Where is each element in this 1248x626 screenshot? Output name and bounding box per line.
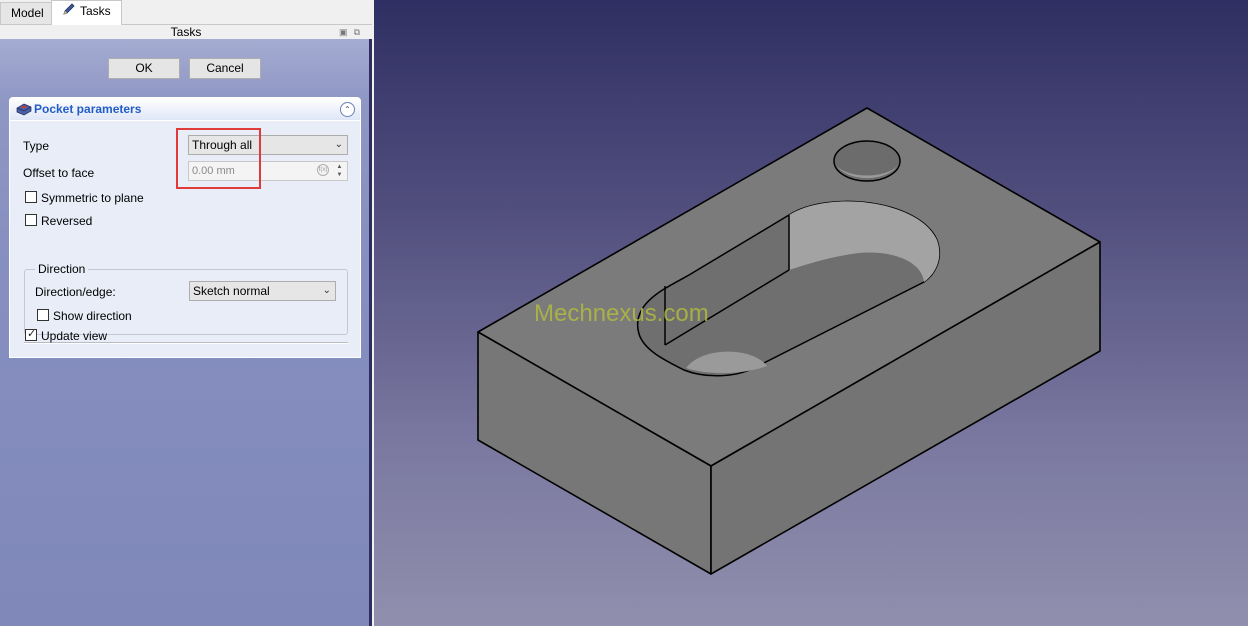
direction-dropdown[interactable]: Sketch normal ⌄ <box>189 281 336 301</box>
collapse-icon[interactable]: ⌃ <box>340 102 355 117</box>
3d-viewport[interactable]: Mechnexus.com <box>374 0 1248 626</box>
float-icon[interactable]: ▣ <box>339 27 354 37</box>
tab-tasks[interactable]: Tasks <box>51 0 122 25</box>
tab-bar: Model Tasks <box>0 0 372 25</box>
pocket-icon <box>16 102 32 119</box>
tab-model-label: Model <box>11 6 44 20</box>
show-direction-checkbox[interactable] <box>37 309 49 321</box>
pocket-parameters-title: Pocket parameters <box>34 102 142 116</box>
pocket-parameters-header[interactable]: Pocket parameters ⌃ <box>9 97 361 121</box>
tasks-dock-header: Tasks ▣⧉ <box>0 25 372 39</box>
pencil-icon <box>62 2 76 22</box>
restore-icon[interactable]: ⧉ <box>354 27 366 37</box>
reversed-checkbox[interactable] <box>25 214 37 226</box>
offset-label: Offset to face <box>23 166 95 180</box>
direction-group: Direction Direction/edge: Sketch normal … <box>24 262 348 335</box>
expression-icon[interactable]: f(x) <box>317 164 329 176</box>
update-view-label: Update view <box>41 329 108 343</box>
ok-button[interactable]: OK <box>108 58 180 79</box>
chevron-down-icon: ⌄ <box>322 285 331 296</box>
direction-group-title: Direction <box>35 262 89 276</box>
combo-view-panel: Model Tasks Tasks ▣⧉ OK Cancel Pocket pa… <box>0 0 372 626</box>
direction-value: Sketch normal <box>193 284 270 298</box>
spin-arrows-icon[interactable]: ▲ ▼ <box>333 163 346 179</box>
watermark-text: Mechnexus.com <box>534 300 709 327</box>
show-direction-label: Show direction <box>53 309 132 323</box>
update-view-checkbox[interactable] <box>25 327 37 341</box>
tasks-header-title: Tasks <box>170 25 202 39</box>
part-model[interactable] <box>374 0 1248 626</box>
dialog-button-row: OK Cancel <box>0 58 369 80</box>
type-label: Type <box>23 139 50 153</box>
symmetric-label: Symmetric to plane <box>41 191 144 205</box>
reversed-label: Reversed <box>41 214 93 228</box>
tab-model[interactable]: Model <box>0 2 55 24</box>
chevron-down-icon: ⌄ <box>334 139 343 150</box>
tab-tasks-label: Tasks <box>80 4 111 18</box>
symmetric-checkbox[interactable] <box>25 191 37 203</box>
direction-label: Direction/edge: <box>35 285 116 299</box>
highlight-box <box>176 128 261 189</box>
cancel-button[interactable]: Cancel <box>189 58 261 79</box>
